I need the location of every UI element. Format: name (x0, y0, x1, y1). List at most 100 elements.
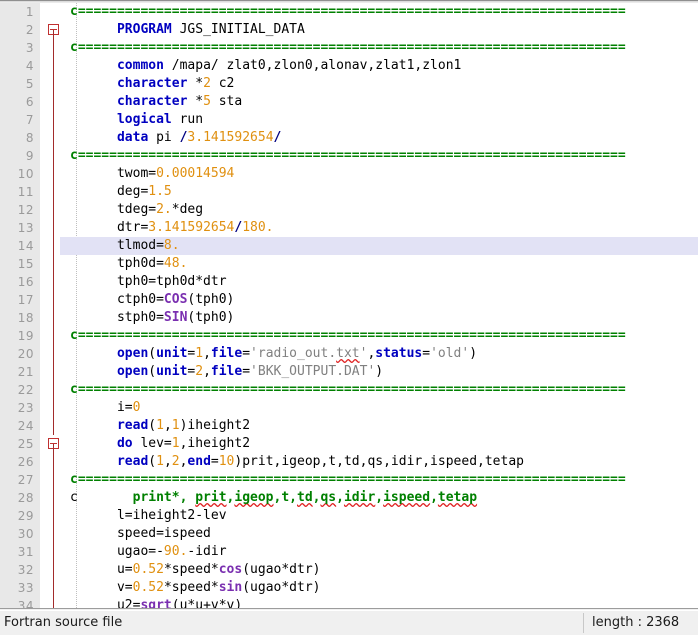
code-line[interactable]: 25 do lev=1,iheight2 (0, 435, 698, 453)
fold-margin[interactable] (46, 309, 60, 327)
code-line[interactable]: 22 c=====================================… (0, 381, 698, 399)
code-editor-area[interactable]: 1 c======================================… (0, 3, 698, 608)
code-line[interactable]: 10 twom=0.00014594 (0, 165, 698, 183)
fold-margin[interactable] (46, 327, 60, 345)
code-line[interactable]: 6 character *5 sta (0, 93, 698, 111)
code-text[interactable]: u2=sqrt(u*u+v*v) (60, 597, 698, 608)
code-line[interactable]: 4 common /mapa/ zlat0,zlon0,alonav,zlat1… (0, 57, 698, 75)
code-line[interactable]: 20 open(unit=1,file='radio_out.txt',stat… (0, 345, 698, 363)
code-line[interactable]: 26 read(1,2,end=10)prit,igeop,t,td,qs,id… (0, 453, 698, 471)
code-line[interactable]: 5 character *2 c2 (0, 75, 698, 93)
code-text[interactable]: do lev=1,iheight2 (60, 435, 698, 453)
code-line[interactable]: 15 tph0d=48. (0, 255, 698, 273)
fold-margin[interactable] (46, 273, 60, 291)
code-text[interactable]: character *2 c2 (60, 75, 698, 93)
code-text[interactable]: tlmod=8. (60, 237, 698, 255)
fold-margin[interactable] (46, 345, 60, 363)
fold-margin[interactable] (46, 219, 60, 237)
code-text[interactable]: dtr=3.141592654/180. (60, 219, 698, 237)
code-line[interactable]: 13 dtr=3.141592654/180. (0, 219, 698, 237)
code-line[interactable]: 8 data pi /3.141592654/ (0, 129, 698, 147)
fold-margin[interactable] (46, 363, 60, 381)
fold-margin[interactable] (46, 597, 60, 608)
code-line[interactable]: 32 u=0.52*speed*cos(ugao*dtr) (0, 561, 698, 579)
code-text[interactable]: read(1,1)iheight2 (60, 417, 698, 435)
code-text[interactable]: read(1,2,end=10)prit,igeop,t,td,qs,idir,… (60, 453, 698, 471)
fold-margin[interactable] (46, 57, 60, 75)
fold-margin[interactable] (46, 93, 60, 111)
code-text[interactable]: tph0=tph0d*dtr (60, 273, 698, 291)
code-line[interactable]: 17 ctph0=COS(tph0) (0, 291, 698, 309)
code-line[interactable]: 29 l=iheight2-lev (0, 507, 698, 525)
fold-margin[interactable] (46, 561, 60, 579)
code-text[interactable]: i=0 (60, 399, 698, 417)
code-text[interactable]: tdeg=2.*deg (60, 201, 698, 219)
code-text[interactable]: ugao=-90.-idir (60, 543, 698, 561)
code-text[interactable]: c=======================================… (60, 3, 698, 21)
code-text[interactable]: v=0.52*speed*sin(ugao*dtr) (60, 579, 698, 597)
code-text[interactable]: twom=0.00014594 (60, 165, 698, 183)
fold-margin[interactable] (46, 3, 60, 21)
code-line[interactable]: 16 tph0=tph0d*dtr (0, 273, 698, 291)
code-line[interactable]: 2 PROGRAM JGS_INITIAL_DATA (0, 21, 698, 39)
code-text[interactable]: c=======================================… (60, 381, 698, 399)
code-text[interactable]: c=======================================… (60, 147, 698, 165)
fold-margin[interactable] (46, 417, 60, 435)
code-text[interactable]: ctph0=COS(tph0) (60, 291, 698, 309)
fold-margin[interactable] (46, 579, 60, 597)
code-text[interactable]: open(unit=2,file='BKK_OUTPUT.DAT') (60, 363, 698, 381)
code-text[interactable]: open(unit=1,file='radio_out.txt',status=… (60, 345, 698, 363)
fold-margin[interactable] (46, 543, 60, 561)
code-line[interactable]: 7 logical run (0, 111, 698, 129)
code-line[interactable]: 11 deg=1.5 (0, 183, 698, 201)
code-line[interactable]: 3 c======================================… (0, 39, 698, 57)
fold-margin[interactable] (46, 291, 60, 309)
code-text[interactable]: c=======================================… (60, 327, 698, 345)
fold-margin[interactable] (46, 147, 60, 165)
fold-margin[interactable] (46, 255, 60, 273)
code-line[interactable]: 28 c print*, prit,igeop,t,td,qs,idir,ispe… (0, 489, 698, 507)
code-line[interactable]: 21 open(unit=2,file='BKK_OUTPUT.DAT') (0, 363, 698, 381)
code-text[interactable]: l=iheight2-lev (60, 507, 698, 525)
fold-margin[interactable] (46, 471, 60, 489)
code-text[interactable]: common /mapa/ zlat0,zlon0,alonav,zlat1,z… (60, 57, 698, 75)
code-text[interactable]: tph0d=48. (60, 255, 698, 273)
code-line[interactable]: 23 i=0 (0, 399, 698, 417)
code-line[interactable]: 19 c=====================================… (0, 327, 698, 345)
code-line[interactable]: 34 u2=sqrt(u*u+v*v) (0, 597, 698, 608)
fold-margin[interactable] (46, 507, 60, 525)
fold-margin[interactable] (46, 525, 60, 543)
fold-margin[interactable] (46, 453, 60, 471)
code-line[interactable]: 14 tlmod=8. (0, 237, 698, 255)
fold-margin[interactable] (46, 75, 60, 93)
code-text[interactable]: data pi /3.141592654/ (60, 129, 698, 147)
fold-margin[interactable] (46, 381, 60, 399)
fold-margin[interactable] (46, 201, 60, 219)
fold-margin[interactable] (46, 39, 60, 57)
fold-margin[interactable] (46, 111, 60, 129)
code-text[interactable]: u=0.52*speed*cos(ugao*dtr) (60, 561, 698, 579)
code-line[interactable]: 27 c=====================================… (0, 471, 698, 489)
fold-margin[interactable] (46, 489, 60, 507)
code-text[interactable]: stph0=SIN(tph0) (60, 309, 698, 327)
code-line[interactable]: 18 stph0=SIN(tph0) (0, 309, 698, 327)
fold-margin[interactable] (46, 129, 60, 147)
code-text[interactable]: c print*, prit,igeop,t,td,qs,idir,ispeed… (60, 489, 698, 507)
fold-margin[interactable] (46, 237, 60, 255)
fold-margin[interactable] (46, 435, 60, 453)
code-text[interactable]: character *5 sta (60, 93, 698, 111)
code-text[interactable]: deg=1.5 (60, 183, 698, 201)
code-text[interactable]: speed=ispeed (60, 525, 698, 543)
fold-margin[interactable] (46, 21, 60, 39)
code-line[interactable]: 33 v=0.52*speed*sin(ugao*dtr) (0, 579, 698, 597)
fold-margin[interactable] (46, 183, 60, 201)
fold-margin[interactable] (46, 165, 60, 183)
code-line[interactable]: 12 tdeg=2.*deg (0, 201, 698, 219)
code-line[interactable]: 1 c======================================… (0, 3, 698, 21)
code-text[interactable]: c=======================================… (60, 39, 698, 57)
code-text[interactable]: logical run (60, 111, 698, 129)
code-line[interactable]: 30 speed=ispeed (0, 525, 698, 543)
code-line[interactable]: 24 read(1,1)iheight2 (0, 417, 698, 435)
code-text[interactable]: PROGRAM JGS_INITIAL_DATA (60, 21, 698, 39)
code-line[interactable]: 9 c======================================… (0, 147, 698, 165)
